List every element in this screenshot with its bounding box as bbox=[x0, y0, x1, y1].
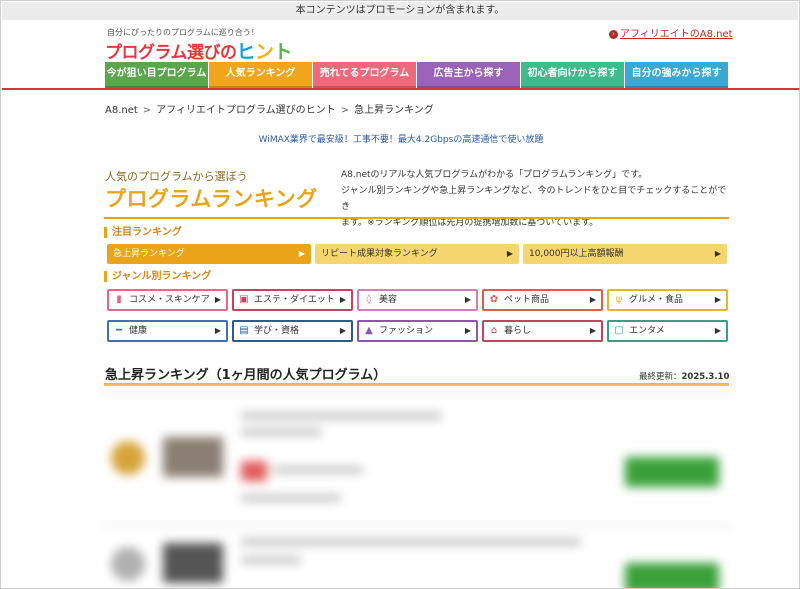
tab-repeat-ranking[interactable]: リピート成果対象ランキング ▶ bbox=[315, 244, 519, 264]
genre-esthetic[interactable]: ▣ エステ・ダイエット ▶ bbox=[232, 289, 353, 311]
logo-hint-text: ヒント bbox=[236, 41, 293, 63]
ranking-item bbox=[101, 395, 735, 523]
book-icon: ▤ bbox=[239, 325, 249, 336]
triangle-right-icon: ▶ bbox=[298, 249, 305, 258]
triangle-right-icon: ▶ bbox=[339, 295, 346, 304]
global-nav: 今が狙い目プログラム 人気ランキング 売れてるプログラム 広告主から探す 初心者… bbox=[105, 62, 728, 88]
genre-beauty[interactable]: ◊ 美容 ▶ bbox=[357, 289, 478, 311]
logo-text: プログラム選びの bbox=[105, 43, 237, 63]
arrow-circle-icon: › bbox=[609, 30, 618, 39]
genre-learning[interactable]: ▤ 学び・資格 ▶ bbox=[232, 320, 353, 342]
dress-icon: ▲ bbox=[365, 325, 373, 336]
nav-for-beginners[interactable]: 初心者向けから探す bbox=[521, 62, 624, 88]
nav-divider bbox=[2, 88, 799, 90]
mirror-icon: ◊ bbox=[366, 294, 372, 305]
genre-fashion[interactable]: ▲ ファッション ▶ bbox=[357, 320, 478, 342]
triangle-right-icon: ▶ bbox=[589, 326, 596, 335]
triangle-right-icon: ▶ bbox=[714, 249, 721, 258]
genre-cosme[interactable]: ▮ コスメ・スキンケア ▶ bbox=[107, 289, 228, 311]
ranking-title: 急上昇ランキング（1ヶ月間の人気プログラム） bbox=[105, 368, 387, 383]
triangle-right-icon: ▶ bbox=[464, 295, 471, 304]
tab-rising-ranking[interactable]: 急上昇ランキング ▶ bbox=[107, 244, 311, 264]
last-updated: 最終更新：2025.3.10 bbox=[639, 372, 730, 382]
cutlery-icon: ψ bbox=[615, 294, 623, 305]
triangle-right-icon: ▶ bbox=[339, 326, 346, 335]
site-logo[interactable]: プログラム選びのヒント bbox=[105, 37, 293, 64]
nav-featured-programs[interactable]: 今が狙い目プログラム bbox=[105, 62, 208, 88]
nav-popular-ranking[interactable]: 人気ランキング bbox=[209, 62, 312, 88]
triangle-right-icon: ▶ bbox=[714, 295, 721, 304]
house-icon: ⌂ bbox=[490, 325, 498, 336]
lead-description: A8.netのリアルな人気プログラムがわかる「プログラムランキング」です。 ジャ… bbox=[341, 170, 727, 228]
lead-subtitle: 人気のプログラムから選ぼう bbox=[105, 170, 248, 183]
ranking-item bbox=[101, 529, 735, 588]
gold-medal-icon bbox=[111, 441, 145, 475]
genre-pet[interactable]: ✿ ペット商品 ▶ bbox=[482, 289, 603, 311]
breadcrumb-item-current: 急上昇ランキング bbox=[354, 105, 434, 116]
genre-entertainment[interactable]: ▢ エンタメ ▶ bbox=[607, 320, 728, 342]
breadcrumb-item-hint[interactable]: アフィリエイトプログラム選びのヒント bbox=[156, 105, 336, 116]
triangle-right-icon: ▶ bbox=[214, 326, 221, 335]
triangle-right-icon: ▶ bbox=[506, 249, 513, 258]
triangle-right-icon: ▶ bbox=[714, 326, 721, 335]
program-thumbnail bbox=[163, 543, 223, 583]
entertainment-icon: ▢ bbox=[614, 325, 624, 336]
nav-by-strength[interactable]: 自分の強みから探す bbox=[625, 62, 728, 88]
program-detail-button[interactable] bbox=[625, 457, 719, 487]
ad-text-link[interactable]: WiMAX業界で最安級！工事不要！最大4.2Gbpsの高速通信で使い放題 bbox=[1, 132, 799, 145]
genre-grid: ▮ コスメ・スキンケア ▶ ▣ エステ・ダイエット ▶ ◊ 美容 ▶ ✿ ペット商品 ▶ ψ グル… bbox=[107, 289, 728, 342]
genre-ranking-heading: ジャンル別ランキング bbox=[104, 271, 211, 282]
program-thumbnail bbox=[163, 437, 223, 477]
triangle-right-icon: ▶ bbox=[589, 295, 596, 304]
genre-living[interactable]: ⌂ 暮らし ▶ bbox=[482, 320, 603, 342]
page-title: プログラムランキング bbox=[105, 187, 318, 211]
triangle-right-icon: ▶ bbox=[464, 326, 471, 335]
beauty-salon-icon: ▣ bbox=[239, 294, 249, 305]
breadcrumb: A8.net > アフィリエイトプログラム選びのヒント > 急上昇ランキング bbox=[105, 105, 434, 116]
nav-by-advertiser[interactable]: 広告主から探す bbox=[417, 62, 520, 88]
pet-icon: ✿ bbox=[489, 294, 499, 305]
nav-selling-programs[interactable]: 売れてるプログラム bbox=[313, 62, 416, 88]
featured-ranking-tabs: 急上昇ランキング ▶ リピート成果対象ランキング ▶ 10,000円以上高額報酬 ▶ bbox=[107, 244, 727, 264]
genre-gourmet[interactable]: ψ グルメ・食品 ▶ bbox=[607, 289, 728, 311]
lipstick-icon: ▮ bbox=[116, 294, 122, 305]
a8net-link[interactable]: › アフィリエイトのA8.net bbox=[609, 25, 733, 40]
silver-medal-icon bbox=[111, 547, 145, 581]
lead-divider bbox=[104, 217, 729, 219]
triangle-right-icon: ▶ bbox=[214, 295, 221, 304]
page-frame: 本コンテンツはプロモーションが含まれます。 自分にぴったりのプログラムに巡り合う… bbox=[0, 0, 800, 589]
blurred-ranking-list bbox=[101, 387, 735, 588]
tab-high-reward[interactable]: 10,000円以上高額報酬 ▶ bbox=[523, 244, 727, 264]
featured-ranking-heading: 注目ランキング bbox=[104, 227, 182, 238]
promotion-notice: 本コンテンツはプロモーションが含まれます。 bbox=[2, 2, 798, 20]
genre-health[interactable]: ━ 健康 ▶ bbox=[107, 320, 228, 342]
ranking-divider bbox=[104, 383, 729, 386]
dumbbell-icon: ━ bbox=[115, 325, 123, 336]
program-detail-button[interactable] bbox=[625, 563, 719, 588]
breadcrumb-item-home[interactable]: A8.net bbox=[105, 105, 138, 116]
